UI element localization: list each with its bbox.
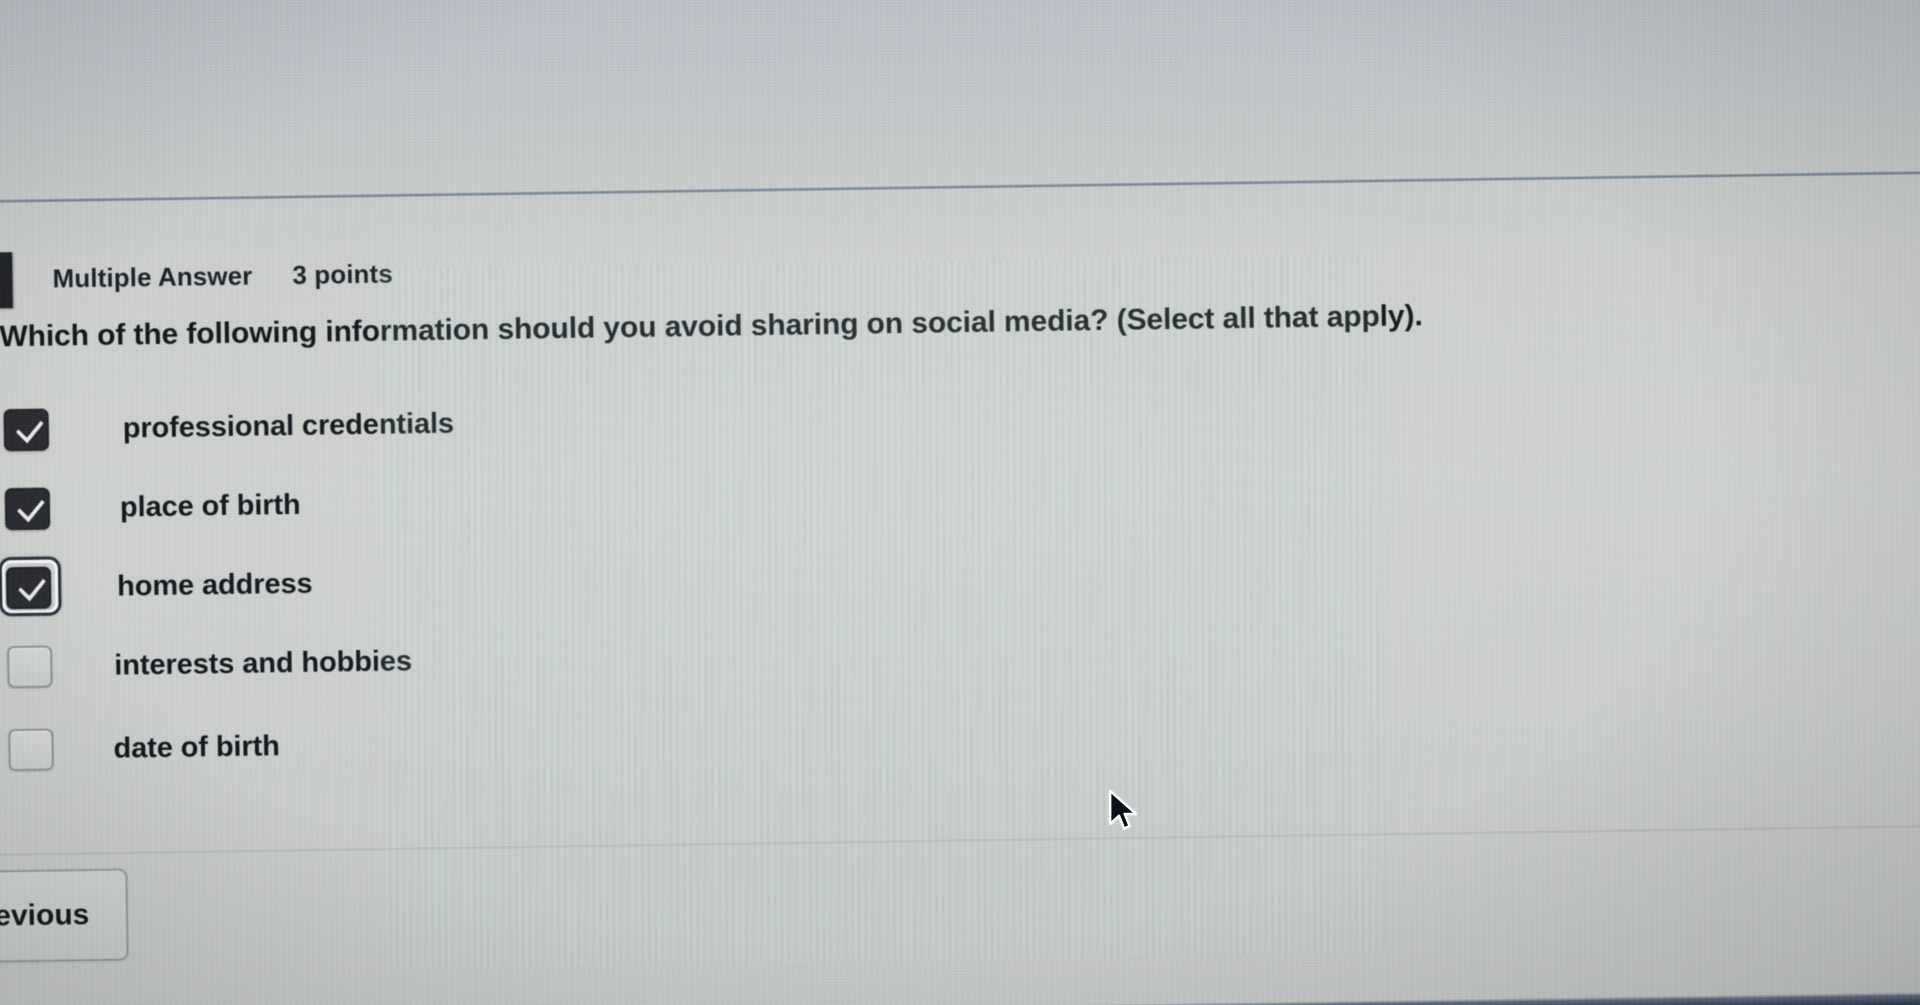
checkbox-unchecked-icon[interactable] — [6, 645, 53, 689]
answer-option-label: professional credentials — [122, 407, 455, 444]
answer-option-place-of-birth[interactable]: place of birth — [0, 477, 301, 538]
screenshot-root: 2 Multiple Answer 3 points Which of the f… — [0, 0, 1920, 1005]
question-meta: Multiple Answer 3 points — [52, 258, 393, 294]
checkmark-icon — [17, 570, 46, 602]
checkbox-checked-icon[interactable] — [5, 566, 51, 610]
checkbox-wrapper[interactable] — [0, 722, 62, 777]
checkbox-wrapper[interactable] — [0, 402, 57, 457]
checkbox-wrapper[interactable] — [0, 481, 58, 536]
question-prompt: Which of the following information shoul… — [0, 299, 1423, 354]
answer-option-label: date of birth — [113, 729, 280, 765]
checkbox-unchecked-icon[interactable] — [7, 728, 54, 772]
previous-button[interactable]: Previous — [0, 868, 129, 964]
answer-option-professional-credentials[interactable]: professional credentials — [0, 396, 454, 459]
answer-option-date-of-birth[interactable]: date of birth — [0, 718, 280, 778]
checkbox-checked-icon[interactable] — [2, 408, 49, 452]
photographed-screen: 2 Multiple Answer 3 points Which of the f… — [0, 0, 1920, 1005]
quiz-content: 2 Multiple Answer 3 points Which of the f… — [0, 0, 1920, 1005]
answer-option-label: place of birth — [119, 488, 301, 524]
checkbox-wrapper[interactable] — [0, 639, 61, 694]
answer-option-label: home address — [116, 567, 313, 603]
answer-option-home-address[interactable]: home address — [0, 556, 313, 617]
question-number-badge: 2 — [0, 252, 13, 310]
checkbox-wrapper[interactable] — [0, 556, 62, 617]
checkmark-icon — [16, 491, 45, 523]
question-type-label: Multiple Answer — [52, 260, 253, 294]
answer-option-label: interests and hobbies — [114, 644, 413, 682]
answer-option-interests-and-hobbies[interactable]: interests and hobbies — [0, 633, 412, 695]
checkmark-icon — [15, 412, 44, 444]
checkbox-checked-icon[interactable] — [4, 487, 50, 531]
question-points-label: 3 points — [292, 258, 394, 290]
